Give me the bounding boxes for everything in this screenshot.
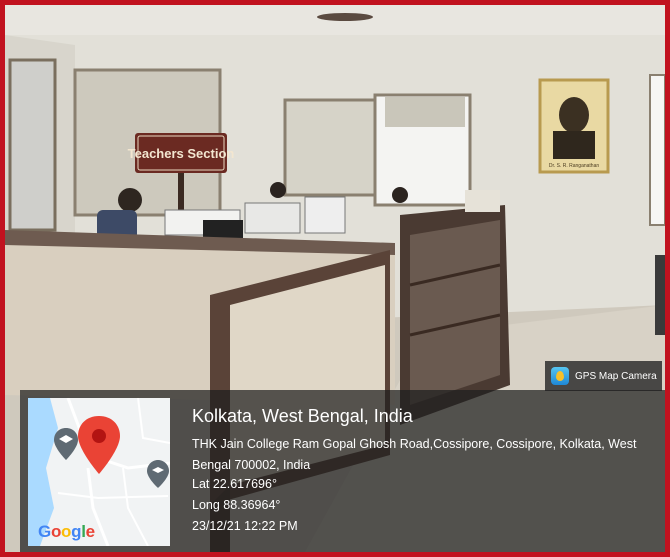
library-photo: Dr. S. R. Ranganathan Teachers Section xyxy=(5,5,665,552)
photo-frame: Dr. S. R. Ranganathan Teachers Section G… xyxy=(0,0,670,557)
teachers-section-sign: Teachers Section xyxy=(128,146,235,161)
portrait-caption: Dr. S. R. Ranganathan xyxy=(549,163,600,169)
